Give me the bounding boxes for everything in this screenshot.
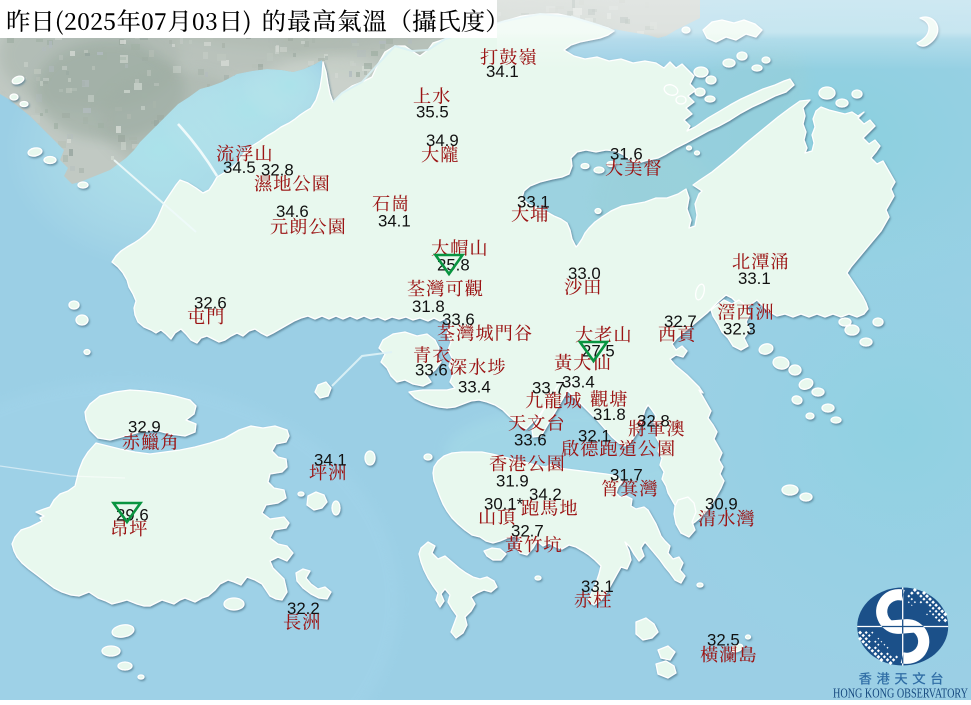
svg-text:34.1: 34.1 (314, 451, 347, 470)
svg-text:34.5: 34.5 (223, 158, 256, 177)
svg-text:32.5: 32.5 (707, 631, 740, 650)
svg-text:31.7: 31.7 (610, 466, 643, 485)
svg-text:32.9: 32.9 (128, 418, 161, 437)
svg-text:30.9: 30.9 (705, 495, 738, 514)
svg-text:33.4: 33.4 (458, 378, 491, 397)
svg-text:33.4: 33.4 (562, 373, 595, 392)
svg-text:HONG KONG OBSERVATORY: HONG KONG OBSERVATORY (833, 686, 968, 701)
svg-text:32.7: 32.7 (511, 522, 544, 541)
svg-text:33.1: 33.1 (581, 577, 614, 596)
svg-text:33.1: 33.1 (517, 193, 550, 212)
svg-text:34.2: 34.2 (529, 485, 562, 504)
svg-text:33.6: 33.6 (514, 431, 547, 450)
svg-text:31.6: 31.6 (610, 145, 643, 164)
svg-text:34.6: 34.6 (276, 202, 309, 221)
svg-text:32.1: 32.1 (578, 427, 611, 446)
svg-text:31.8: 31.8 (593, 405, 626, 424)
svg-text:31.9: 31.9 (496, 472, 529, 491)
svg-text:32.3: 32.3 (723, 320, 756, 339)
svg-text:30.1*: 30.1* (484, 495, 524, 514)
svg-text:32.2: 32.2 (287, 599, 320, 618)
svg-text:33.6: 33.6 (442, 310, 475, 329)
svg-text:34.9: 34.9 (426, 131, 459, 150)
svg-text:33.7: 33.7 (532, 379, 565, 398)
svg-text:32.7: 32.7 (664, 312, 697, 331)
svg-text:33.6: 33.6 (415, 361, 448, 380)
svg-text:34.1: 34.1 (378, 212, 411, 231)
svg-text:33.1: 33.1 (738, 269, 771, 288)
svg-text:33.0: 33.0 (568, 264, 601, 283)
svg-text:32.8: 32.8 (261, 161, 294, 180)
svg-text:34.1: 34.1 (486, 62, 519, 81)
svg-text:35.5: 35.5 (416, 103, 449, 122)
svg-text:32.8: 32.8 (637, 412, 670, 431)
svg-text:32.6: 32.6 (194, 294, 227, 313)
svg-text:31.8: 31.8 (412, 297, 445, 316)
